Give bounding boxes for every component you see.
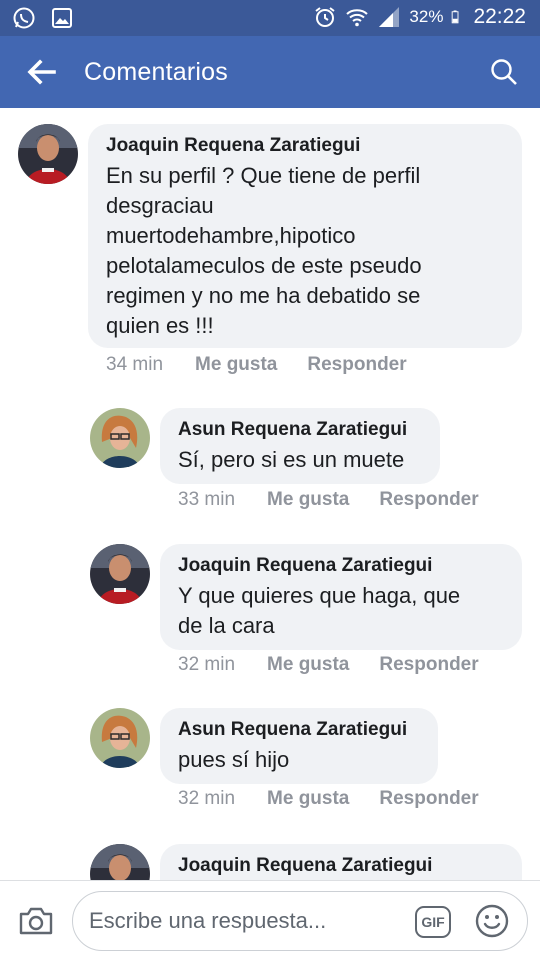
search-icon[interactable] (490, 58, 518, 86)
reply-button[interactable]: Responder (379, 654, 478, 676)
avatar[interactable] (90, 408, 150, 468)
comment-reply: Joaquin Requena Zaratiegui Y que quieres… (0, 536, 540, 684)
comment-author[interactable]: Asun Requena Zaratiegui (178, 719, 420, 741)
comment-list: Joaquin Requena Zaratiegui En su perfil … (0, 108, 540, 880)
comment-time[interactable]: 34 min (106, 354, 163, 376)
comment-actions: 32 min Me gusta Responder (178, 788, 479, 810)
comment-time[interactable]: 33 min (178, 489, 235, 511)
comment-actions: 32 min Me gusta Responder (178, 654, 479, 676)
comment-time[interactable]: 32 min (178, 654, 235, 676)
like-button[interactable]: Me gusta (267, 654, 349, 676)
clock: 22:22 (473, 5, 526, 28)
comment-author[interactable]: Joaquin Requena Zaratiegui (178, 855, 504, 877)
comment-author[interactable]: Asun Requena Zaratiegui (178, 419, 422, 441)
comment-reply: Asun Requena Zaratiegui pues sí hijo 32 … (0, 700, 540, 820)
battery-percent: 32% (409, 7, 444, 26)
like-button[interactable]: Me gusta (195, 354, 277, 376)
battery-icon (452, 10, 459, 24)
app-bar: Comentarios (0, 36, 540, 108)
avatar[interactable] (18, 124, 78, 184)
comment-text: pues sí hijo (178, 747, 290, 772)
comment-bubble[interactable]: Joaquin Requena Zaratiegui (160, 844, 522, 880)
comment-bubble[interactable]: Joaquin Requena Zaratiegui Y que quieres… (160, 544, 522, 650)
reply-button[interactable]: Responder (307, 354, 406, 376)
gif-button[interactable]: GIF (415, 906, 451, 938)
reply-input-box: GIF (72, 891, 528, 951)
whatsapp-icon (13, 7, 35, 29)
comment-bubble[interactable]: Asun Requena Zaratiegui pues sí hijo (160, 708, 438, 784)
like-button[interactable]: Me gusta (267, 788, 349, 810)
gallery-icon (52, 8, 72, 28)
avatar[interactable] (90, 844, 150, 880)
reply-button[interactable]: Responder (379, 489, 478, 511)
reply-composer: GIF (0, 880, 540, 960)
alarm-icon (315, 7, 336, 27)
comment-actions: 34 min Me gusta Responder (106, 354, 407, 376)
reply-button[interactable]: Responder (379, 788, 478, 810)
avatar[interactable] (90, 544, 150, 604)
comment-author[interactable]: Joaquin Requena Zaratiegui (106, 135, 504, 157)
back-arrow-icon[interactable] (26, 58, 56, 86)
comment-text: En su perfil ? Que tiene de perfil desgr… (106, 163, 422, 338)
reply-input[interactable] (89, 904, 409, 938)
comment-bubble[interactable]: Asun Requena Zaratiegui Sí, pero si es u… (160, 408, 440, 484)
page-title: Comentarios (84, 58, 228, 86)
status-bar: 32% 22:22 (0, 0, 540, 36)
like-button[interactable]: Me gusta (267, 489, 349, 511)
comment-time[interactable]: 32 min (178, 788, 235, 810)
comment-reply: Asun Requena Zaratiegui Sí, pero si es u… (0, 400, 540, 520)
avatar[interactable] (90, 708, 150, 768)
signal-icon (379, 7, 400, 27)
emoji-icon[interactable] (475, 904, 509, 938)
comment-reply: Joaquin Requena Zaratiegui (0, 836, 540, 880)
comment-author[interactable]: Joaquin Requena Zaratiegui (178, 555, 504, 577)
comment: Joaquin Requena Zaratiegui En su perfil … (0, 108, 540, 388)
comment-text: Y que quieres que haga, que de la cara (178, 583, 461, 638)
camera-icon[interactable] (18, 906, 54, 936)
wifi-icon (346, 9, 369, 27)
comment-text: Sí, pero si es un muete (178, 447, 405, 472)
comment-bubble[interactable]: Joaquin Requena Zaratiegui En su perfil … (88, 124, 522, 348)
comment-actions: 33 min Me gusta Responder (178, 489, 479, 511)
